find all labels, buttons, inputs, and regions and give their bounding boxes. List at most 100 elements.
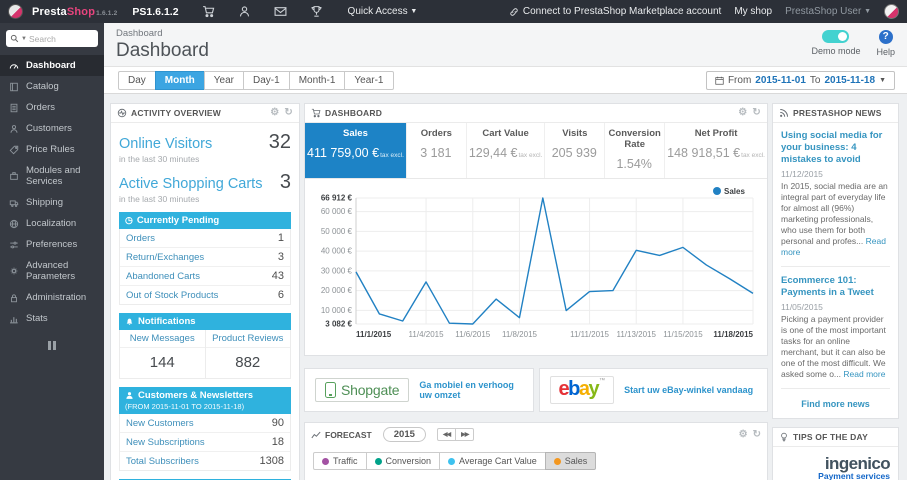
sidebar-collapse-button[interactable] — [46, 341, 58, 350]
list-item: Return/Exchanges 3 — [120, 248, 290, 267]
previous-year-button[interactable]: ◀◀ — [436, 428, 457, 441]
to-label: To — [809, 74, 821, 86]
gear-icon[interactable]: ⚙ — [739, 429, 748, 440]
ebay-banner[interactable]: ebay ™ Start uw eBay-winkel vandaag — [538, 368, 768, 412]
messages-icon[interactable] — [274, 5, 287, 18]
svg-text:40 000 €: 40 000 € — [321, 247, 353, 256]
cart-icon — [311, 108, 321, 118]
new-customers-link[interactable]: New Customers — [126, 418, 194, 429]
sidebar-item-stats[interactable]: Stats — [0, 308, 104, 329]
online-visitors-link[interactable]: Online Visitors — [119, 136, 212, 152]
dashboard-panel: DASHBOARD ⚙ ↻ Sales 411 759,00 €tax excl.… — [304, 103, 768, 356]
new-messages-link[interactable]: New Messages — [120, 330, 205, 348]
sidebar-item-localization[interactable]: Localization — [0, 213, 104, 234]
book-icon — [10, 82, 18, 91]
metric-net-profit[interactable]: Net Profit 148 918,51 €tax excl. — [665, 123, 767, 178]
sidebar-item-customers[interactable]: Customers — [0, 118, 104, 139]
svg-text:11/6/2015: 11/6/2015 — [455, 330, 491, 339]
help-icon[interactable]: ? — [878, 30, 893, 44]
user-menu[interactable]: PrestaShop User ▼ — [785, 6, 871, 17]
search-input[interactable] — [28, 33, 87, 44]
gear-icon[interactable]: ⚙ — [270, 108, 279, 118]
read-more-link[interactable]: Read more — [843, 369, 885, 379]
sidebar-item-dashboard[interactable]: Dashboard — [0, 55, 104, 76]
date-range-picker[interactable]: From 2015-11-01 To 2015-11-18 ▼ — [705, 70, 895, 90]
pending-returns-link[interactable]: Return/Exchanges — [126, 252, 204, 263]
new-subscriptions-link[interactable]: New Subscriptions — [126, 437, 205, 448]
active-carts-row: Active Shopping Carts 3 — [119, 171, 291, 194]
abandoned-carts-link[interactable]: Abandoned Carts — [126, 271, 200, 282]
metric-orders[interactable]: Orders 3 181 — [407, 123, 467, 178]
metric-cart-value[interactable]: Cart Value 129,44 €tax excl. — [467, 123, 546, 178]
help-control: ? Help — [876, 30, 895, 57]
range-button-year-1[interactable]: Year-1 — [344, 70, 394, 90]
sidebar-item-catalog[interactable]: Catalog — [0, 76, 104, 97]
sidebar-item-shipping[interactable]: Shipping — [0, 192, 104, 213]
cart-icon[interactable] — [202, 5, 215, 18]
new-subscriptions-value: 18 — [271, 436, 284, 448]
product-reviews-link[interactable]: Product Reviews — [205, 330, 290, 348]
legend-conversion-button[interactable]: Conversion — [365, 452, 441, 470]
rss-icon — [780, 109, 788, 117]
forecast-year-pill[interactable]: 2015 — [382, 427, 426, 442]
lock-icon — [11, 293, 17, 302]
quick-access-menu[interactable]: Quick Access ▼ — [348, 6, 418, 17]
breadcrumb[interactable]: Dashboard — [116, 28, 895, 39]
main-area: Dashboard Dashboard Demo mode ? Help Day… — [104, 23, 907, 480]
news-article-title[interactable]: Using social media for your business: 4 … — [781, 130, 890, 166]
marketplace-link[interactable]: Connect to PrestaShop Marketplace accoun… — [509, 6, 721, 17]
customer-icon[interactable] — [238, 5, 251, 18]
refresh-icon[interactable]: ↻ — [752, 108, 761, 118]
metric-visits[interactable]: Visits 205 939 — [545, 123, 606, 178]
range-button-day[interactable]: Day — [118, 70, 156, 90]
shopgate-link[interactable]: Ga mobiel en verhoog uw omzet — [419, 380, 522, 400]
range-button-day-1[interactable]: Day-1 — [243, 70, 290, 90]
next-year-button[interactable]: ▶▶ — [455, 428, 475, 441]
refresh-icon[interactable]: ↻ — [753, 429, 761, 440]
legend-sales-button[interactable]: Sales — [544, 452, 597, 470]
ebay-link[interactable]: Start uw eBay-winkel vandaag — [624, 385, 753, 395]
svg-text:60 000 €: 60 000 € — [321, 207, 353, 216]
metric-sales[interactable]: Sales 411 759,00 €tax excl. — [305, 123, 407, 178]
out-of-stock-link[interactable]: Out of Stock Products — [126, 290, 218, 301]
new-customers-value: 90 — [271, 417, 284, 429]
metric-conversion-rate[interactable]: Conversion Rate 1.54% — [605, 123, 666, 178]
range-button-month-1[interactable]: Month-1 — [288, 70, 346, 90]
legend-traffic-button[interactable]: Traffic — [313, 452, 367, 470]
sidebar-item-administration[interactable]: Administration — [0, 287, 104, 308]
refresh-icon[interactable]: ↻ — [284, 108, 293, 118]
sidebar-item-preferences[interactable]: Preferences — [0, 234, 104, 255]
gauge-icon — [9, 63, 19, 69]
svg-text:11/18/2015: 11/18/2015 — [713, 330, 753, 339]
sliders-icon — [10, 241, 18, 248]
trophy-icon[interactable] — [310, 5, 323, 18]
sidebar-item-modules[interactable]: Modules and Services — [0, 160, 104, 192]
news-panel: PRESTASHOP NEWS Using social media for y… — [772, 103, 899, 419]
user-avatar[interactable] — [884, 4, 899, 19]
find-more-news-link[interactable]: Find more news — [781, 399, 890, 409]
ingenico-logo: ingenico Payment services — [800, 455, 890, 480]
product-reviews-value: 882 — [235, 354, 261, 371]
prestashop-admin-screen: PrestaShop1.6.1.2 PS1.6.1.2 Quick Access… — [0, 0, 907, 480]
online-visitors-row: Online Visitors 32 — [119, 131, 291, 154]
shopgate-banner[interactable]: Shopgate Ga mobiel en verhoog uw omzet — [304, 368, 534, 412]
news-article-title[interactable]: Ecommerce 101: Payments in a Tweet — [781, 275, 890, 299]
clock-icon: ◷ — [125, 215, 133, 225]
my-shop-link[interactable]: My shop — [734, 6, 772, 17]
dashboard-panel-title: DASHBOARD — [325, 108, 383, 118]
list-item: Total Subscribers 1308 — [120, 452, 290, 470]
online-visitors-sub: in the last 30 minutes — [119, 154, 200, 164]
sidebar-item-advanced-parameters[interactable]: Advanced Parameters — [0, 255, 104, 287]
gear-icon[interactable]: ⚙ — [738, 108, 747, 118]
active-carts-link[interactable]: Active Shopping Carts — [119, 176, 262, 192]
sidebar-item-price-rules[interactable]: Price Rules — [0, 139, 104, 160]
legend-avg-cart-button[interactable]: Average Cart Value — [439, 452, 546, 470]
total-subscribers-link[interactable]: Total Subscribers — [126, 456, 199, 467]
pending-orders-link[interactable]: Orders — [126, 233, 155, 244]
range-button-year[interactable]: Year — [203, 70, 245, 90]
demo-mode-toggle[interactable] — [822, 30, 850, 43]
sidebar-item-orders[interactable]: Orders — [0, 97, 104, 118]
range-button-month[interactable]: Month — [154, 70, 205, 90]
forecast-panel: FORECAST 2015 ◀◀ ▶▶ ⚙ ↻ Traffic Conversio… — [304, 422, 768, 480]
search-scope-caret[interactable]: ▼ — [21, 36, 27, 42]
